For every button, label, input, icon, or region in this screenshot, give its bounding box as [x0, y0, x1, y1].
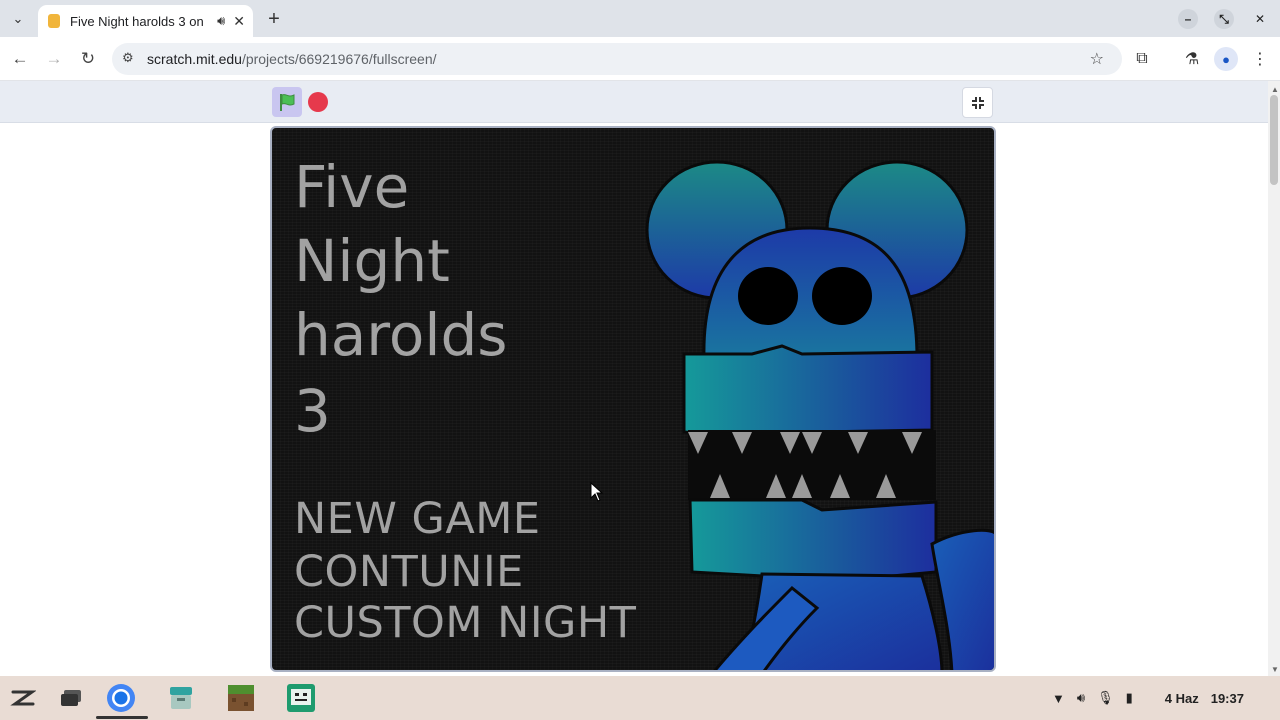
page-scrollbar[interactable]: ▲ ▼ [1268, 81, 1280, 676]
screen: ⌄ Five Night harolds 3 on 🔊︎ ✕ + – ⤡ ✕ ←… [0, 0, 1280, 720]
menu-kebab-icon[interactable]: ⋮ [1248, 47, 1272, 71]
active-app-indicator [96, 716, 148, 719]
launcher-logo [10, 690, 36, 706]
browser-tab[interactable]: Five Night harolds 3 on 🔊︎ ✕ [38, 5, 253, 37]
tray-date[interactable]: 4 Haz [1165, 691, 1199, 706]
labs-flask-icon[interactable]: ⚗︎ [1180, 47, 1204, 71]
tab-strip: ⌄ Five Night harolds 3 on 🔊︎ ✕ + – ⤡ ✕ [0, 0, 1280, 37]
forward-arrow-icon[interactable]: → [42, 47, 66, 71]
speaker-icon[interactable]: 🔊︎ [217, 13, 225, 29]
tab-title: Five Night harolds 3 on [70, 13, 204, 29]
harold-monster-illustration [645, 160, 994, 670]
wifi-icon[interactable]: ▼ [1052, 691, 1065, 706]
scroll-thumb[interactable] [1270, 95, 1278, 185]
system-tray[interactable]: ▼ 🔊︎ 🎙︎ ▮ 4 Haz 19:37 [1052, 686, 1244, 710]
green-flag-icon [280, 94, 295, 111]
url-text[interactable]: scratch.mit.edu/projects/669219676/fulls… [147, 51, 437, 67]
window-close-icon[interactable]: ✕ [1250, 9, 1270, 29]
new-tab-button[interactable]: + [262, 7, 286, 31]
os-shelf: ▼ 🔊︎ 🎙︎ ▮ 4 Haz 19:37 [0, 676, 1280, 720]
mouse-pointer-icon [590, 482, 604, 502]
unfullscreen-icon [971, 96, 984, 109]
menu-new-game[interactable]: NEW GAME [294, 498, 541, 541]
game-title-line: harolds [294, 301, 508, 369]
scroll-up-arrow-icon[interactable]: ▲ [1271, 85, 1279, 94]
files-glyph [61, 690, 81, 706]
battery-icon[interactable]: ▮ [1126, 690, 1133, 706]
game-stage[interactable]: Five Night harolds 3 NEW GAME CONTUNIE C… [270, 126, 996, 672]
url-path: /projects/669219676/fullscreen/ [241, 51, 437, 67]
microphone-icon[interactable]: 🎙︎ [1097, 690, 1114, 706]
site-info-icon[interactable]: ⚙︎ [122, 50, 134, 66]
archive-glyph [170, 687, 192, 709]
game-title-line: 3 [294, 377, 331, 445]
green-flag-button[interactable] [272, 87, 302, 117]
url-host: scratch.mit.edu [147, 51, 242, 67]
minecraft-glyph [228, 685, 254, 711]
chrome-glyph [107, 684, 135, 712]
minimize-icon[interactable]: – [1178, 9, 1198, 29]
profile-avatar-icon[interactable]: ● [1214, 47, 1238, 71]
scratch-controls-bar [0, 81, 1268, 123]
tray-time[interactable]: 19:37 [1211, 691, 1244, 706]
address-bar[interactable]: ⚙︎ scratch.mit.edu/projects/669219676/fu… [112, 43, 1122, 75]
restore-icon[interactable]: ⤡ [1214, 9, 1234, 29]
menu-custom-night[interactable]: CUSTOM NIGHT [294, 602, 636, 645]
chrome-icon[interactable] [106, 683, 136, 713]
game-title-line: Five [294, 153, 410, 221]
stop-button[interactable] [308, 92, 328, 112]
game-title-line: Night [294, 227, 450, 295]
scratch-favicon-icon [48, 14, 60, 28]
scroll-down-arrow-icon[interactable]: ▼ [1271, 665, 1279, 674]
screencast-glyph [287, 684, 315, 712]
minecraft-icon[interactable] [226, 683, 256, 713]
reload-icon[interactable]: ↻ [76, 47, 100, 71]
files-icon[interactable] [56, 683, 86, 713]
bookmark-star-icon[interactable]: ☆ [1090, 49, 1104, 69]
unfullscreen-button[interactable] [962, 87, 993, 118]
menu-continue[interactable]: CONTUNIE [294, 551, 524, 594]
tab-close-icon[interactable]: ✕ [233, 13, 245, 30]
extensions-icon[interactable]: ⧉ [1130, 47, 1154, 71]
back-arrow-icon[interactable]: ← [8, 47, 32, 71]
launcher-icon[interactable] [8, 683, 38, 713]
volume-icon[interactable]: 🔊︎ [1077, 690, 1085, 706]
archive-icon[interactable] [166, 683, 196, 713]
screencast-icon[interactable] [286, 683, 316, 713]
browser-toolbar: ← → ↻ ⚙︎ scratch.mit.edu/projects/669219… [0, 37, 1280, 81]
tab-search-icon[interactable]: ⌄ [6, 7, 30, 31]
